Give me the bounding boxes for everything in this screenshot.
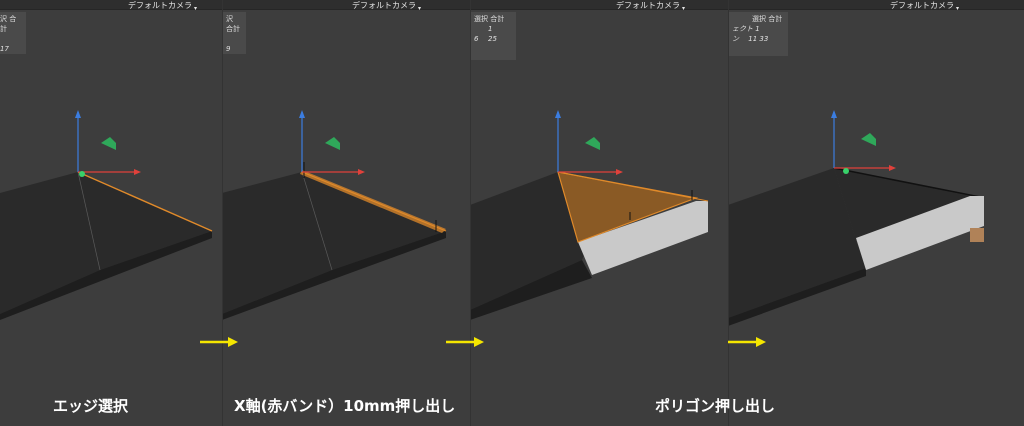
gizmo-y-arrow-icon	[831, 110, 837, 118]
gizmo-x-arrow-icon	[358, 169, 365, 175]
panel-divider	[222, 0, 223, 426]
viewport-polygon-extrude[interactable]: デフォルトカメラ ▾ 選択 合計 ェクト 1 ン 11 33	[728, 0, 1024, 426]
gizmo-plane-handle-icon	[585, 137, 600, 150]
panel-divider	[728, 0, 729, 426]
caption-edge-select: エッジ選択	[53, 397, 129, 415]
3d-scene	[0, 110, 213, 320]
gizmo-plane-handle-icon	[861, 133, 876, 146]
viewport-x-extrude[interactable]: デフォルトカメラ ▾ 沢 合計 9 X軸(赤バンド）10mm押し出し	[222, 0, 470, 426]
3d-scene	[470, 110, 709, 320]
gizmo-plane-handle-icon	[325, 137, 340, 150]
step-arrow-icon	[728, 337, 766, 347]
gizmo-plane-handle-icon	[101, 137, 116, 150]
gizmo-x-arrow-icon	[616, 169, 623, 175]
pivot-point-icon	[79, 171, 85, 177]
pivot-point-icon	[843, 168, 849, 174]
3d-scene	[728, 110, 984, 326]
step-arrow-icon	[200, 337, 238, 347]
gizmo-x-arrow-icon	[889, 165, 896, 171]
caption-x-axis-extrude: X軸(赤バンド）10mm押し出し	[234, 397, 456, 415]
caption-polygon-extrude: ポリゴン押し出し	[655, 397, 776, 415]
gizmo-y-arrow-icon	[75, 110, 81, 118]
gizmo-x-arrow-icon	[134, 169, 141, 175]
comparison-canvas: デフォルトカメラ ▾ 沢 合計 17 エッジ選択 デフォルトカメラ ▾ 沢 合計…	[0, 0, 1024, 426]
gizmo-y-arrow-icon	[299, 110, 305, 118]
3d-scene	[222, 110, 447, 320]
step-arrow-icon	[446, 337, 484, 347]
panel-divider	[470, 0, 471, 426]
gizmo-y-arrow-icon	[555, 110, 561, 118]
extruded-cap	[970, 228, 984, 242]
viewport-edge-select[interactable]: デフォルトカメラ ▾ 沢 合計 17 エッジ選択	[0, 0, 222, 426]
viewport-polygon-select[interactable]: デフォルトカメラ ▾ 選択 合計 1 6 25	[470, 0, 728, 426]
